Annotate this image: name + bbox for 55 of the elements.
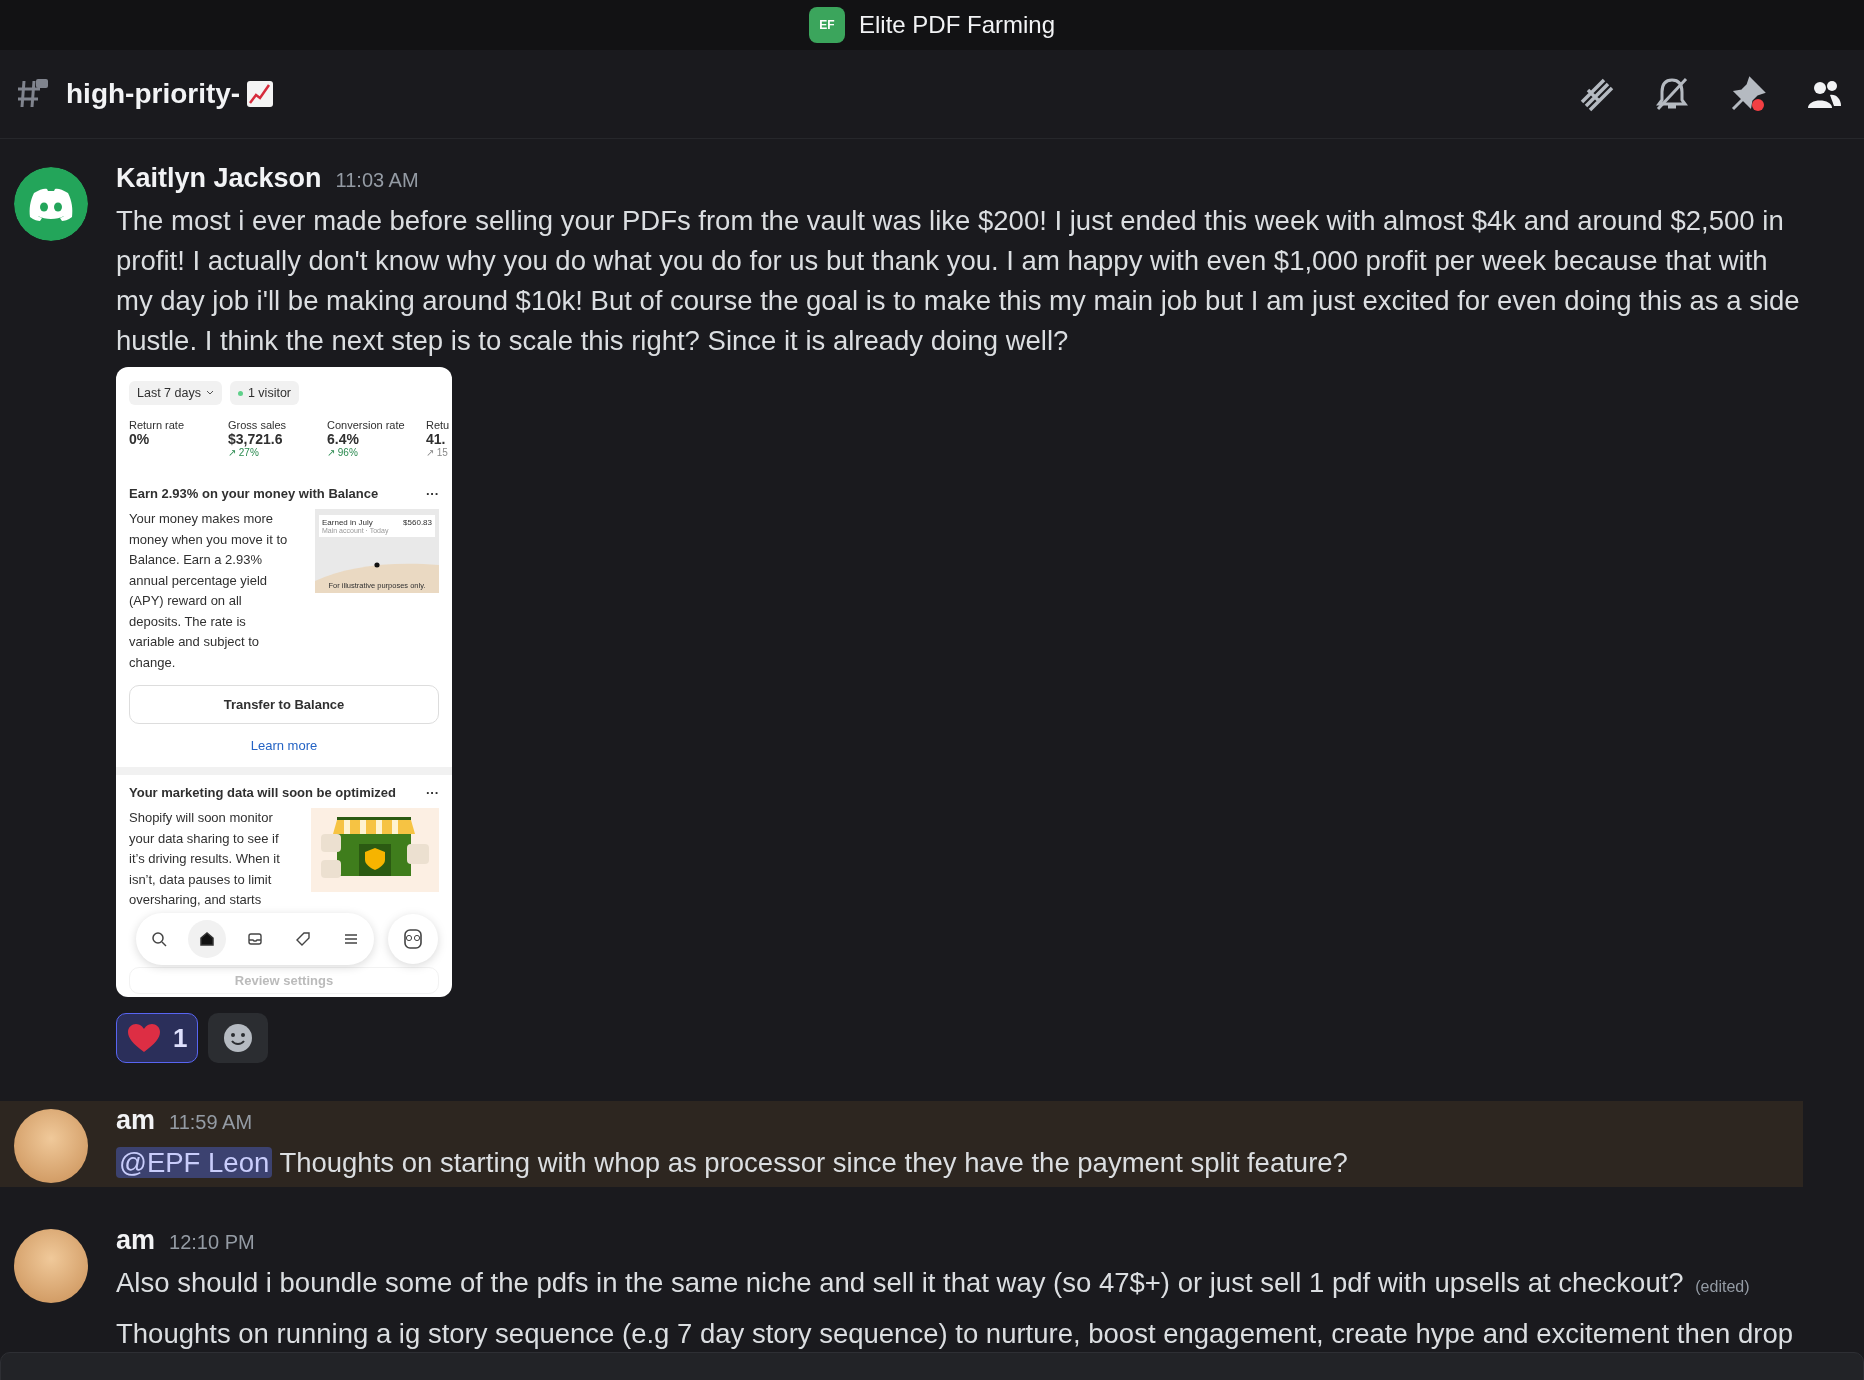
author-name[interactable]: am: [116, 1105, 156, 1136]
metric-value: 0%: [129, 431, 151, 447]
reaction-button[interactable]: 1: [116, 1013, 199, 1063]
card-text: Your money makes more money when you move it to Balance. Earn a 2.93% annual percentage yield (APY) reward on all deposits. The rate is variable and subject to change.: [129, 510, 289, 672]
server-icon: EF: [808, 7, 845, 43]
metric-label: Gross sales: [228, 419, 288, 431]
chevron-icon: [205, 390, 214, 396]
metric-label: Return rate: [129, 419, 186, 431]
card-title: Your marketing data will soon be optimized: [129, 785, 396, 800]
learn-more-link[interactable]: Learn more: [129, 738, 439, 753]
message-text: The most i ever made before selling your PDFs from the vault was like $200! I just ended this week with almost $4k and around $2,500 in profit! I actually don't know why you do what you do for us but thank you. I am happy with even $1,000 profit per week because that with my day job i'll be making around $10k! But of course the goal is to make this my main job but I am just excited for even doing this as a side hustle. I think the next step is to scale this right? Since it is already doing well?: [116, 205, 1800, 356]
menu-icon: [343, 931, 359, 947]
timestamp: 11:59 AM: [169, 1111, 253, 1134]
metric-change: ↗ 15: [426, 447, 449, 458]
illustration-amount: $560.83: [403, 518, 432, 529]
home-icon: [199, 931, 215, 947]
illustration-label: Earned in July: [322, 518, 374, 527]
add-reaction-button[interactable]: [208, 1013, 269, 1063]
smiley-icon: [223, 1023, 254, 1053]
avatar[interactable]: [14, 167, 88, 241]
timestamp: 12:10 PM: [169, 1231, 255, 1254]
card-text: Shopify will soon monitor your data sharing to see if it’s driving results. When it isn’t, data pauses to limit oversharing, and starts: [129, 809, 281, 909]
channel-name: high-priority-: [66, 78, 241, 110]
more-button[interactable]: ···: [426, 486, 439, 501]
muted-bell-icon[interactable]: [1654, 76, 1690, 112]
date-filter[interactable]: Last 7 days: [129, 381, 222, 405]
metric-change: ↗ 27%: [228, 447, 260, 458]
visitor-count: 1 visitor: [229, 381, 299, 405]
metric-change: ↗ 96%: [327, 447, 359, 458]
metric-value: $3,721.6: [228, 431, 284, 447]
message-text: Thoughts on running a ig story sequence (e.g 7 day story sequence) to nurture, boost engagement, create hype and excitement then drop: [116, 1318, 1794, 1349]
more-button[interactable]: ···: [426, 785, 439, 800]
message-text: Thoughts on starting with whop as processor since they have the payment split feature?: [279, 1147, 1348, 1178]
chart-increasing-icon: [246, 80, 275, 108]
user-mention[interactable]: @EPF Leon: [116, 1147, 273, 1178]
heart-icon: [127, 1023, 161, 1053]
metric-label: Conversion rate: [327, 419, 406, 431]
search-icon: [151, 931, 167, 947]
author-name[interactable]: am: [116, 1225, 156, 1256]
metric-value: 6.4%: [327, 431, 360, 447]
tag-icon: [295, 931, 311, 947]
threads-icon[interactable]: [1578, 76, 1614, 112]
author-name[interactable]: Kaitlyn Jackson: [116, 163, 322, 194]
metric-value: 41.: [426, 431, 447, 447]
card-title: Earn 2.93% on your money with Balance: [129, 486, 379, 501]
metric-label: Retu: [426, 419, 450, 431]
server-name: Elite PDF Farming: [858, 11, 1055, 39]
inbox-icon: [247, 931, 263, 947]
pin-icon[interactable]: [1730, 76, 1766, 112]
screenshot-attachment[interactable]: [116, 367, 452, 997]
edited-label: (edited): [1695, 1278, 1750, 1295]
timestamp: 11:03 AM: [335, 169, 419, 192]
message-text: Also should i boundle some of the pdfs in the same niche and sell it that way (so 47$+) or just sell 1 pdf with upsells at checkout?: [116, 1267, 1684, 1298]
home-nav-button[interactable]: [188, 920, 226, 958]
transfer-button[interactable]: Transfer to Balance: [129, 685, 439, 724]
